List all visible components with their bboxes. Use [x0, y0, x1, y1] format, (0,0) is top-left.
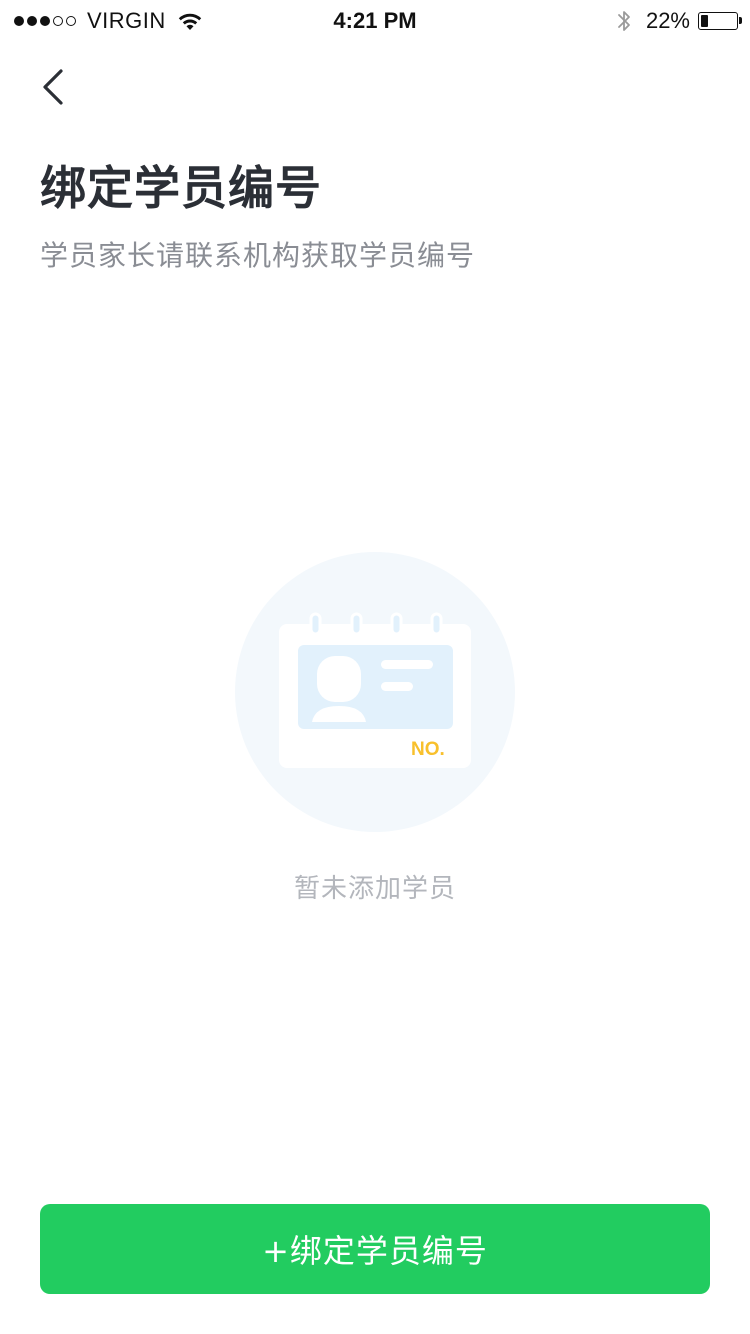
- battery-fill: [701, 15, 708, 27]
- battery-percent: 22%: [645, 8, 690, 33]
- bluetooth-icon: [618, 11, 630, 31]
- back-button[interactable]: [28, 62, 78, 112]
- student-id-card-icon: NO.: [235, 552, 515, 832]
- status-bar: VIRGIN 4:21 PM 22%: [0, 0, 750, 40]
- empty-state-message: 暂未添加学员: [293, 874, 456, 904]
- battery-icon: [698, 12, 742, 30]
- page-title: 绑定学员编号: [40, 161, 322, 215]
- bind-student-number-button[interactable]: +绑定学员编号: [40, 1204, 710, 1294]
- chevron-left-icon: [43, 69, 63, 105]
- page-subtitle: 学员家长请联系机构获取学员编号: [40, 239, 476, 272]
- card-number-label: NO.: [411, 739, 445, 760]
- status-right: 22%: [616, 6, 742, 36]
